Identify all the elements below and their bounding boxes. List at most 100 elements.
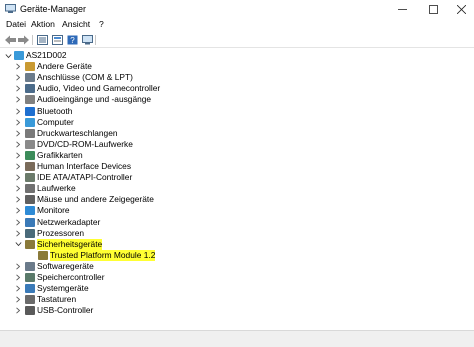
tree-category[interactable]: Laufwerke [0, 183, 474, 194]
tree-category[interactable]: Anschlüsse (COM & LPT) [0, 72, 474, 83]
tree-category[interactable]: Prozessoren [0, 228, 474, 239]
speaker-icon [25, 95, 35, 105]
tree-item-label: Human Interface Devices [37, 161, 132, 171]
tree-category[interactable]: Audioeingänge und -ausgänge [0, 94, 474, 105]
maximize-button[interactable] [419, 0, 447, 18]
tree-category[interactable]: Grafikkarten [0, 150, 474, 161]
tree-category[interactable]: Human Interface Devices [0, 161, 474, 172]
tree-category[interactable]: Softwaregeräte [0, 261, 474, 272]
tree-item-label: DVD/CD-ROM-Laufwerke [37, 138, 133, 149]
help-icon: ? [67, 35, 77, 45]
chevron-right-icon[interactable] [14, 283, 22, 294]
tree-category[interactable]: Sicherheitsgeräte [0, 238, 474, 250]
tree-category[interactable]: Mäuse und andere Zeigegeräte [0, 194, 474, 205]
chevron-right-icon[interactable] [14, 117, 22, 128]
title-bar: Geräte-Manager [0, 0, 474, 18]
chevron-right-icon[interactable] [14, 194, 22, 205]
keyboard-icon [25, 295, 35, 305]
forward-button[interactable] [17, 34, 29, 46]
chevron-down-icon[interactable] [4, 50, 12, 61]
menu-help[interactable]: ? [99, 19, 104, 29]
chevron-right-icon[interactable] [14, 305, 22, 316]
chevron-right-icon[interactable] [14, 83, 22, 94]
tree-category[interactable]: Systemgeräte [0, 283, 474, 294]
chevron-right-icon[interactable] [14, 106, 22, 117]
system-device-icon [25, 284, 35, 294]
chevron-right-icon[interactable] [14, 183, 22, 194]
network-adapter-icon [25, 217, 35, 227]
security-device-icon [25, 239, 35, 249]
display-device-button[interactable] [81, 34, 93, 46]
tree-category[interactable]: Computer [0, 117, 474, 128]
window-title: Geräte-Manager [20, 4, 87, 14]
tree-category[interactable]: Bluetooth [0, 106, 474, 117]
tree-item-label: USB-Controller [37, 305, 94, 316]
device-tree[interactable]: AS21D002 Andere Geräte Anschlüsse (COM & L… [0, 49, 474, 329]
chevron-right-icon[interactable] [14, 139, 22, 150]
menu-datei[interactable]: Datei [6, 19, 26, 29]
chevron-right-icon[interactable] [14, 228, 22, 239]
tree-category[interactable]: Monitore [0, 205, 474, 216]
menu-aktion[interactable]: Aktion [31, 19, 55, 29]
chevron-right-icon[interactable] [14, 128, 22, 139]
tree-category[interactable]: DVD/CD-ROM-Laufwerke [0, 139, 474, 150]
back-button[interactable] [4, 34, 16, 46]
toolbar: ? [0, 32, 474, 48]
chevron-right-icon[interactable] [14, 161, 22, 172]
chevron-right-icon[interactable] [14, 217, 22, 228]
chevron-right-icon[interactable] [14, 172, 22, 183]
tree-item-label: Trusted Platform Module 1.2 [50, 249, 156, 261]
chevron-right-icon[interactable] [14, 150, 22, 161]
tree-child-item[interactable]: Trusted Platform Module 1.2 [0, 249, 474, 261]
tree-category[interactable]: Speichercontroller [0, 272, 474, 283]
processor-icon [25, 228, 35, 238]
tree-root[interactable]: AS21D002 [0, 50, 474, 61]
printer-icon [25, 128, 35, 138]
close-button[interactable] [447, 0, 474, 18]
chevron-right-icon[interactable] [14, 261, 22, 272]
help-button[interactable]: ? [66, 34, 78, 46]
tree-category[interactable]: Tastaturen [0, 294, 474, 305]
tree-category[interactable]: Druckwarteschlangen [0, 128, 474, 139]
properties-icon [51, 35, 63, 45]
port-icon [25, 73, 35, 83]
back-icon [4, 35, 16, 45]
chevron-right-icon[interactable] [14, 272, 22, 283]
tree-item-label: AS21D002 [26, 50, 67, 60]
properties-button[interactable] [51, 34, 63, 46]
tree-category[interactable]: Andere Geräte [0, 61, 474, 72]
audio-icon [25, 84, 35, 94]
disc-drive-icon [25, 139, 35, 149]
chevron-right-icon[interactable] [14, 61, 22, 72]
tree-view-icon [36, 35, 48, 45]
display-adapter-icon [25, 150, 35, 160]
unknown-device-icon [25, 62, 35, 72]
tree-item-label: Computer [37, 116, 74, 127]
toolbar-separator [95, 35, 96, 45]
toolbar-separator [32, 35, 33, 45]
chevron-right-icon[interactable] [14, 294, 22, 305]
tree-category[interactable]: Audio, Video und Gamecontroller [0, 83, 474, 94]
monitor-icon [25, 206, 35, 216]
software-device-icon [25, 261, 35, 271]
tree-item-label: Andere Geräte [37, 61, 92, 72]
tree-category[interactable]: Netzwerkadapter [0, 217, 474, 228]
chevron-right-icon[interactable] [14, 94, 22, 105]
tree-item-label: Anschlüsse (COM & LPT) [37, 72, 133, 83]
tree-item-label: Audio, Video und Gamecontroller [37, 83, 161, 94]
minimize-button[interactable] [388, 0, 416, 18]
chevron-right-icon[interactable] [14, 72, 22, 83]
maximize-icon [428, 4, 438, 14]
tree-category[interactable]: IDE ATA/ATAPI-Controller [0, 172, 474, 183]
tree-view-button[interactable] [36, 34, 48, 46]
ide-controller-icon [25, 173, 35, 183]
menu-ansicht[interactable]: Ansicht [62, 19, 90, 29]
chevron-right-icon[interactable] [14, 205, 22, 216]
mouse-icon [25, 195, 35, 205]
tree-item-label: Mäuse und andere Zeigegeräte [37, 194, 154, 205]
display-device-icon [81, 35, 93, 45]
hid-icon [25, 162, 35, 171]
tree-category[interactable]: USB-Controller [0, 305, 474, 316]
chevron-down-icon[interactable] [14, 239, 22, 250]
close-icon [456, 4, 466, 14]
